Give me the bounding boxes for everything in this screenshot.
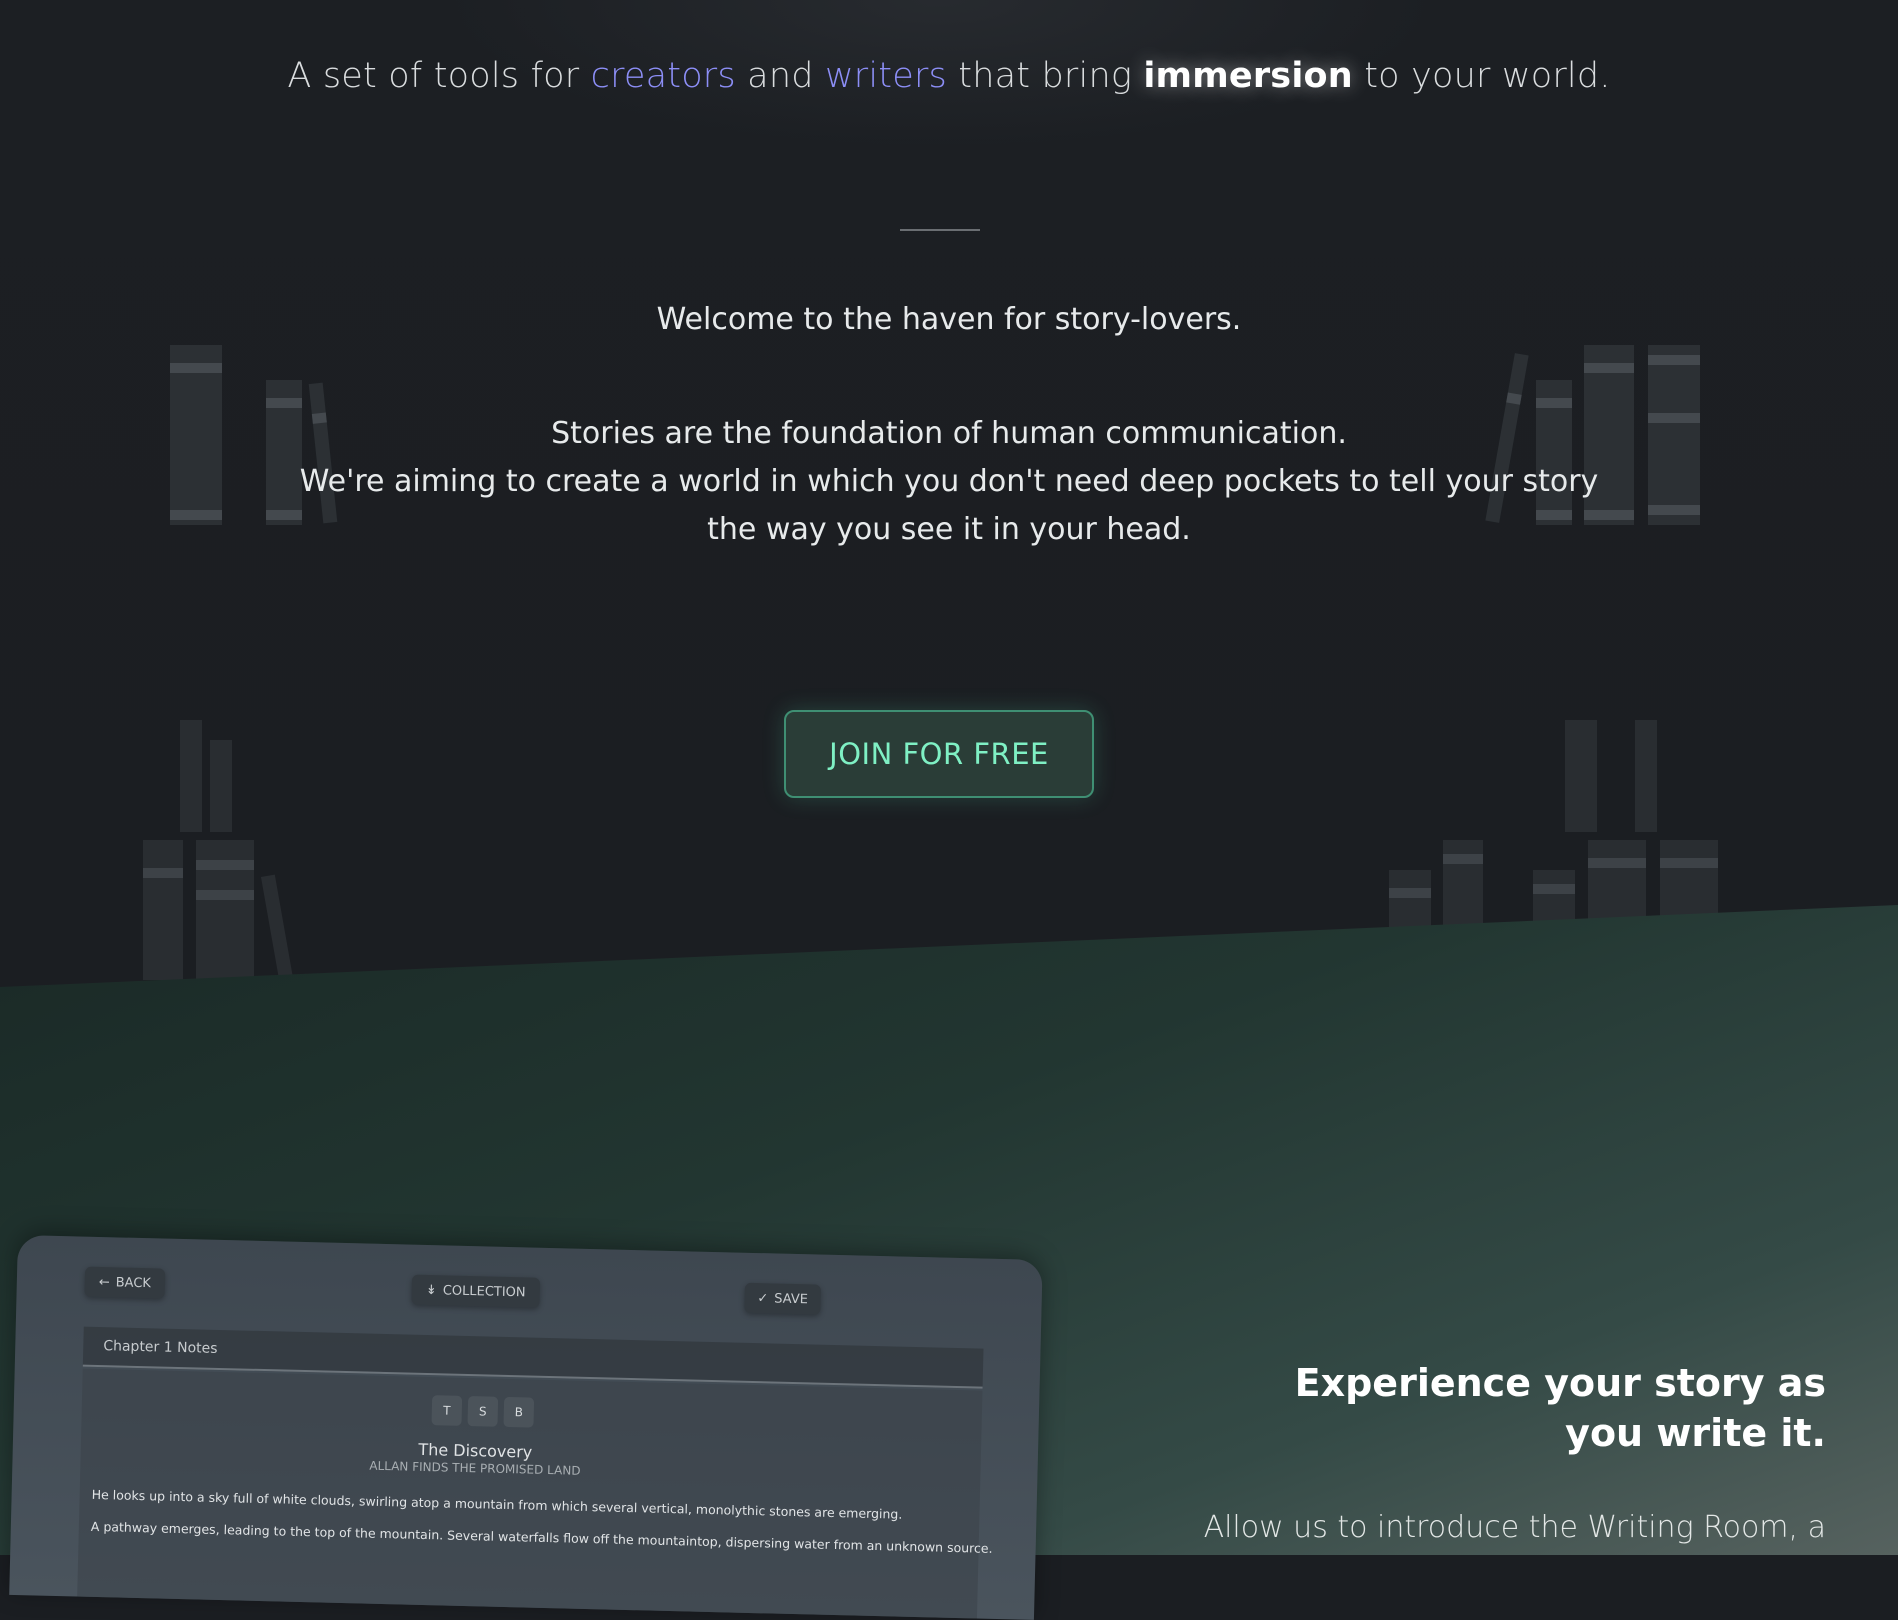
bookshelf-lower-left xyxy=(140,720,310,981)
tagline-text-4: to your world. xyxy=(1352,56,1611,96)
collection-button[interactable]: ↡ COLLECTION xyxy=(411,1274,541,1308)
chevrons-down-icon: ↡ xyxy=(425,1282,437,1298)
format-button-s[interactable]: S xyxy=(467,1396,499,1427)
tagline-immersion: immersion xyxy=(1143,56,1353,96)
join-for-free-button[interactable]: JOIN FOR FREE xyxy=(784,710,1094,798)
tagline-creators: creators xyxy=(590,56,736,96)
arrow-left-icon: ← xyxy=(98,1274,110,1290)
tagline-writers: writers xyxy=(824,56,947,96)
welcome-text: Welcome to the haven for story-lovers. xyxy=(656,302,1242,337)
back-button[interactable]: ← BACK xyxy=(84,1266,166,1299)
experience-heading: Experience your story as you write it. xyxy=(1294,1361,1826,1455)
section-divider xyxy=(900,229,980,231)
mission-line: Stories are the foundation of human comm… xyxy=(551,416,1347,451)
bookshelf-lower-right xyxy=(1385,720,1725,940)
tagline-text-3: that bring xyxy=(946,56,1144,96)
collection-label: COLLECTION xyxy=(442,1282,526,1300)
format-button-t[interactable]: T xyxy=(431,1395,463,1426)
writing-room-preview: ← BACK ↡ COLLECTION ✓ SAVE Chapter 1 Not… xyxy=(9,1235,1043,1620)
back-label: BACK xyxy=(115,1274,152,1291)
tagline-text-2: and xyxy=(735,56,825,96)
mission-line: We're aiming to create a world in which … xyxy=(299,464,1599,499)
hero-tagline: A set of tools for creators and writers … xyxy=(0,56,1898,96)
save-button[interactable]: ✓ SAVE xyxy=(744,1282,822,1315)
notes-title: Chapter 1 Notes xyxy=(103,1338,218,1357)
check-icon: ✓ xyxy=(757,1290,769,1306)
mission-statement: Stories are the foundation of human comm… xyxy=(250,410,1648,554)
experience-body: Allow us to introduce the Writing Room, … xyxy=(1203,1510,1826,1545)
format-button-b[interactable]: B xyxy=(503,1396,535,1428)
save-label: SAVE xyxy=(774,1290,809,1307)
tagline-text-1: A set of tools for xyxy=(287,56,591,96)
mission-line: the way you see it in your head. xyxy=(707,512,1191,547)
